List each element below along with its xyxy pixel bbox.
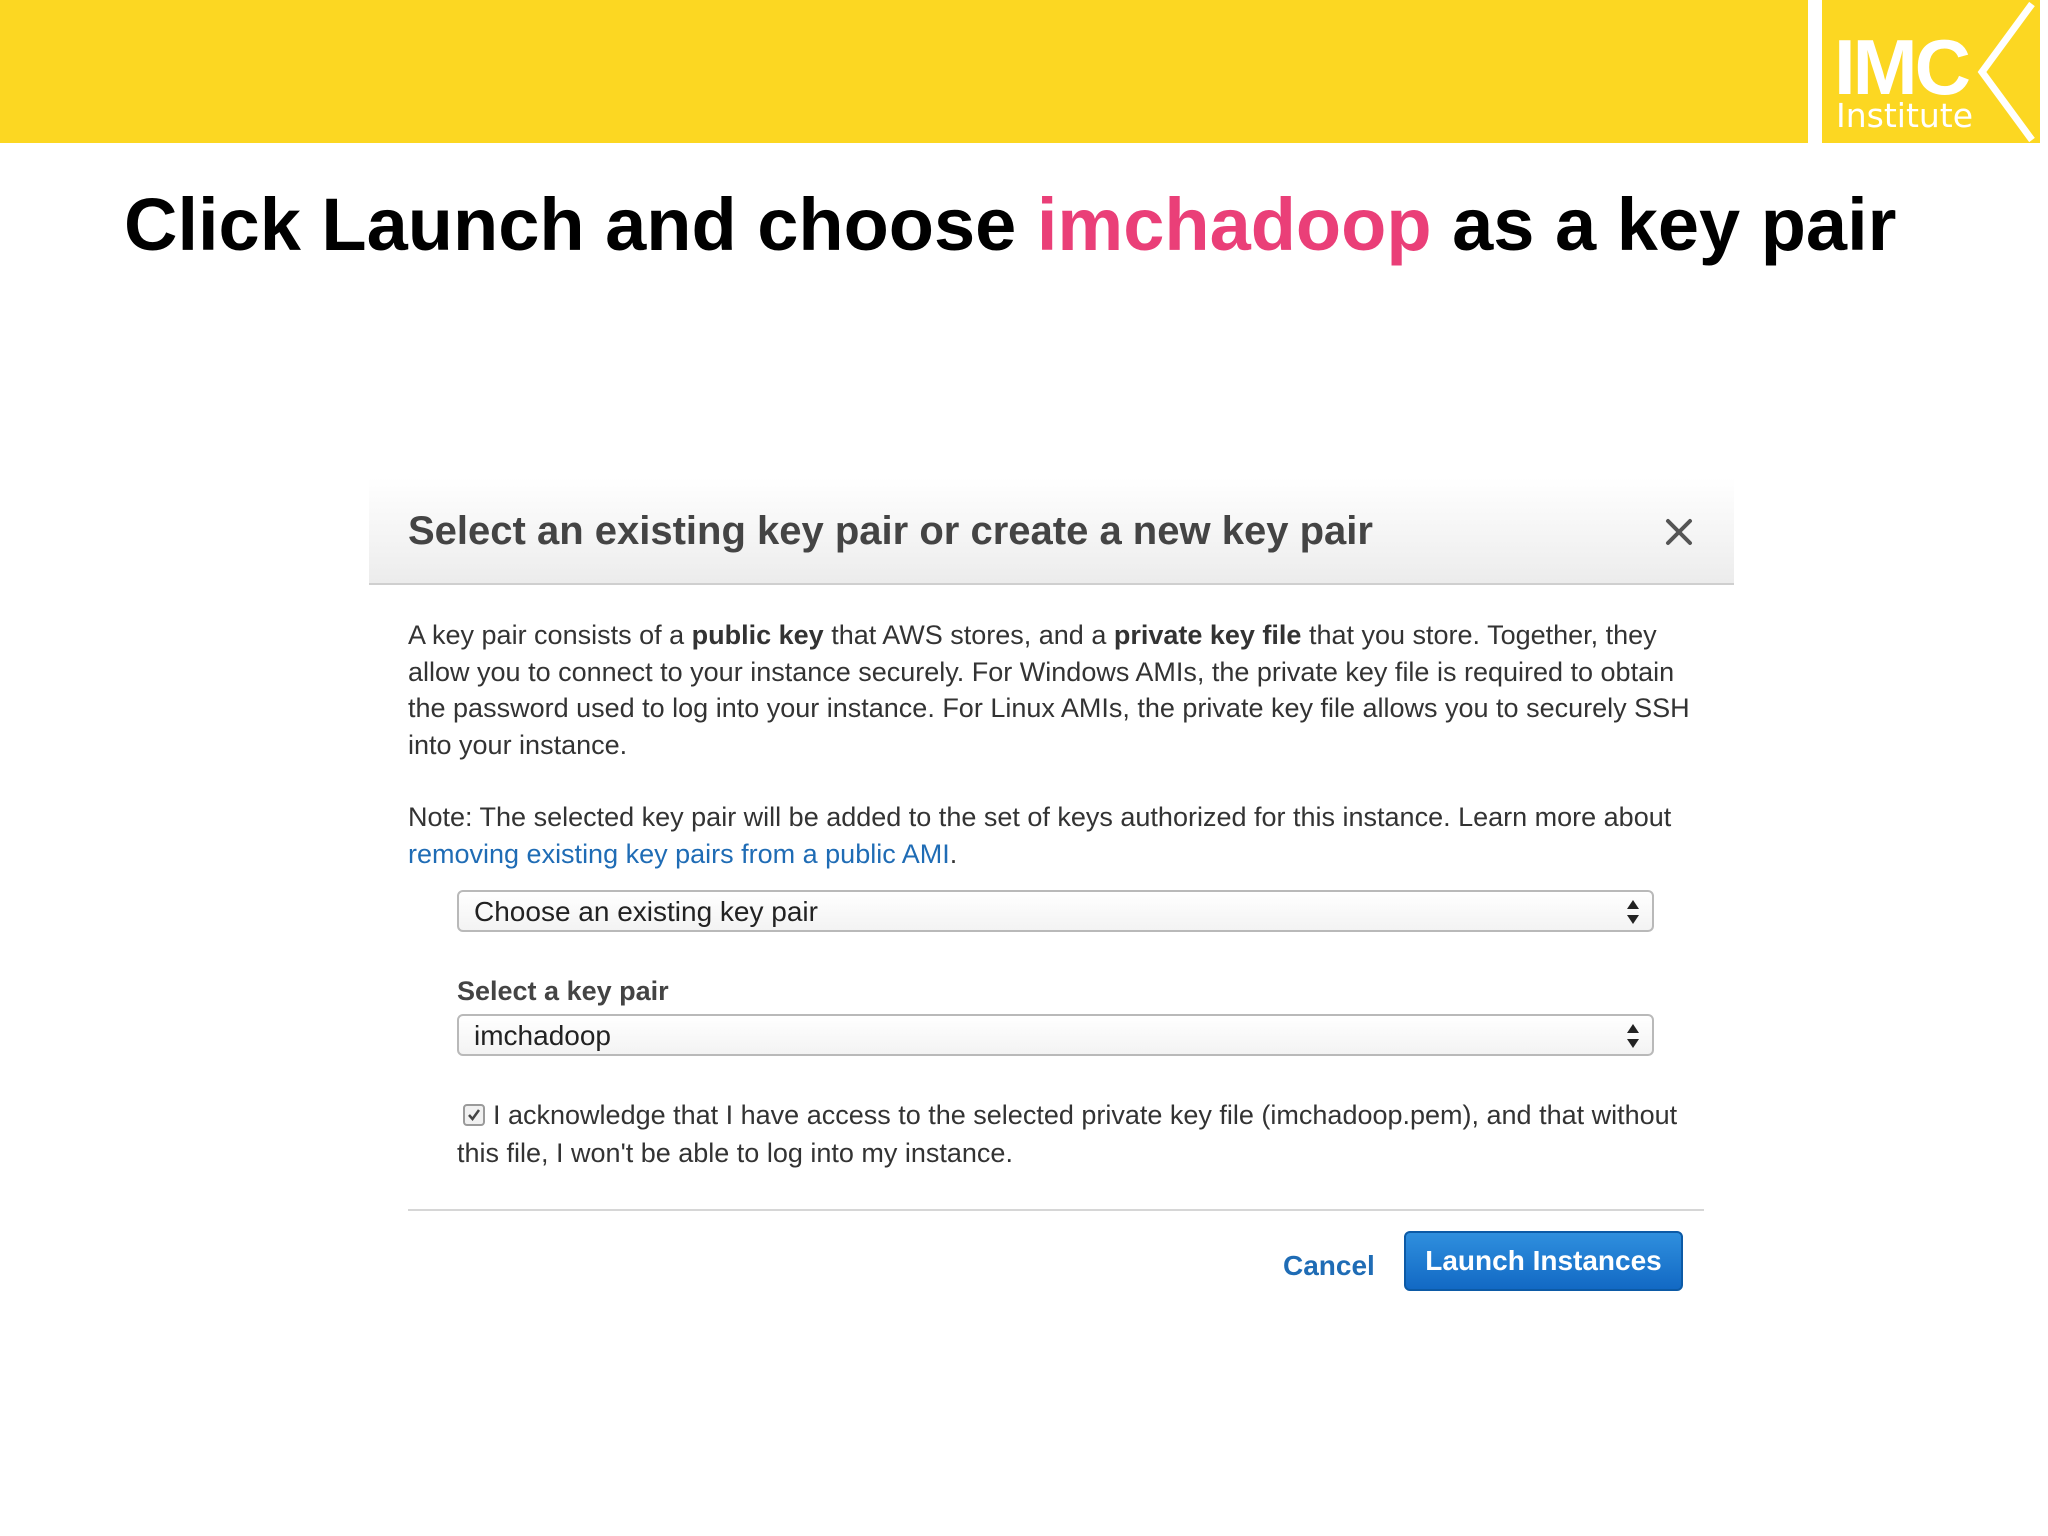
acknowledge-text: I acknowledge that I have access to the … [457, 1100, 1678, 1168]
removing-key-pairs-link[interactable]: removing existing key pairs from a publi… [408, 839, 950, 869]
select-key-pair-label: Select a key pair [457, 976, 669, 1006]
close-icon[interactable] [1659, 512, 1699, 552]
dialog-header: Select an existing key pair or create a … [369, 478, 1734, 585]
cancel-button[interactable]: Cancel [1283, 1243, 1375, 1289]
dialog-title: Select an existing key pair or create a … [408, 509, 1373, 553]
key-pair-select[interactable]: imchadoop [457, 1014, 1654, 1056]
imc-institute-logo: IMC Institute [1808, 0, 2048, 143]
description-text-1: A key pair consists of a [408, 620, 692, 650]
key-pair-value: imchadoop [474, 1020, 611, 1051]
public-key-term: public key [691, 620, 824, 650]
acknowledge-checkbox[interactable] [463, 1104, 485, 1126]
logo-chevron-icon [1977, 1, 2035, 143]
private-key-file-term: private key file [1113, 620, 1302, 650]
header-banner [0, 0, 1808, 143]
acknowledge-row: I acknowledge that I have access to the … [457, 1096, 1697, 1172]
slide-title-highlight: imchadoop [1036, 183, 1432, 266]
slide-title-start: Click Launch and choose [124, 183, 1037, 266]
logo-box: IMC Institute [1822, 0, 2040, 143]
key-pair-mode-value: Choose an existing key pair [474, 896, 818, 927]
note-text-1: Note: The selected key pair will be adde… [408, 802, 1672, 832]
select-arrows-icon [1627, 900, 1639, 924]
note-text: Note: The selected key pair will be adde… [408, 799, 1708, 872]
launch-instances-button[interactable]: Launch Instances [1404, 1231, 1683, 1291]
slide-title: Click Launch and choose imchadoop as a k… [124, 180, 1896, 270]
key-pair-description: A key pair consists of a public key that… [408, 617, 1708, 763]
select-arrows-icon [1627, 1024, 1639, 1048]
key-pair-mode-select[interactable]: Choose an existing key pair [457, 890, 1654, 932]
note-text-2: . [949, 838, 958, 869]
slide-title-end: as a key pair [1431, 183, 1897, 266]
description-text-2: that AWS stores, and a [823, 620, 1114, 650]
footer-divider [408, 1209, 1704, 1211]
key-pair-dialog: Select an existing key pair or create a … [369, 478, 1734, 1320]
checkmark-icon [468, 1109, 481, 1122]
